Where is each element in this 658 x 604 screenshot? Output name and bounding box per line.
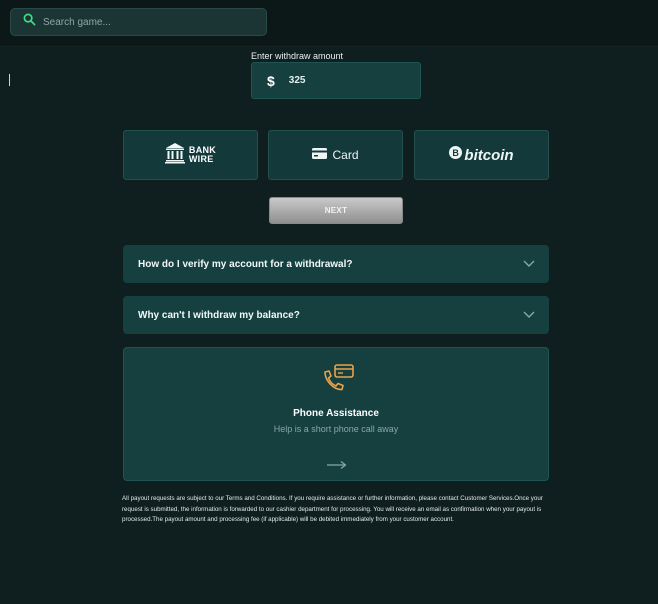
- bitcoin-option[interactable]: B bitcoin: [414, 130, 549, 180]
- bank-icon: [164, 142, 185, 169]
- phone-assistance-card[interactable]: Phone Assistance Help is a short phone c…: [123, 347, 549, 481]
- card-option[interactable]: Card: [268, 130, 403, 180]
- search-box[interactable]: [10, 8, 267, 36]
- bitcoin-icon: B: [449, 146, 463, 164]
- withdraw-amount-value[interactable]: 325: [289, 75, 306, 86]
- bank-wire-option[interactable]: BANK WIRE: [123, 130, 258, 180]
- payout-disclaimer: All payout requests are subject to our T…: [122, 495, 543, 523]
- svg-text:B: B: [453, 148, 460, 158]
- chevron-down-icon[interactable]: [523, 255, 535, 273]
- bitcoin-label: bitcoin: [464, 146, 514, 164]
- phone-card-icon: [322, 364, 356, 397]
- faq-item-verify-account[interactable]: How do I verify my account for a withdra…: [123, 245, 549, 283]
- faq-question: Why can't I withdraw my balance?: [138, 309, 300, 321]
- faq-question: How do I verify my account for a withdra…: [138, 258, 353, 270]
- arrow-right-icon[interactable]: [327, 456, 347, 474]
- chevron-down-icon[interactable]: [523, 306, 535, 324]
- credit-card-icon: [312, 146, 328, 164]
- faq-item-withdraw-balance[interactable]: Why can't I withdraw my balance?: [123, 296, 549, 334]
- currency-symbol: $: [267, 72, 275, 89]
- withdraw-amount-field[interactable]: $ 325: [251, 62, 421, 99]
- text-cursor: [9, 74, 10, 86]
- withdraw-amount-label: Enter withdraw amount: [251, 51, 344, 61]
- search-icon: [23, 13, 36, 31]
- phone-assistance-title: Phone Assistance: [293, 408, 379, 419]
- card-label: Card: [332, 148, 359, 162]
- next-button[interactable]: NEXT: [269, 197, 403, 224]
- bank-wire-label: BANK WIRE: [188, 145, 217, 164]
- phone-assistance-subtitle: Help is a short phone call away: [273, 424, 399, 434]
- search-input[interactable]: [43, 16, 243, 28]
- top-bar: [0, 0, 658, 45]
